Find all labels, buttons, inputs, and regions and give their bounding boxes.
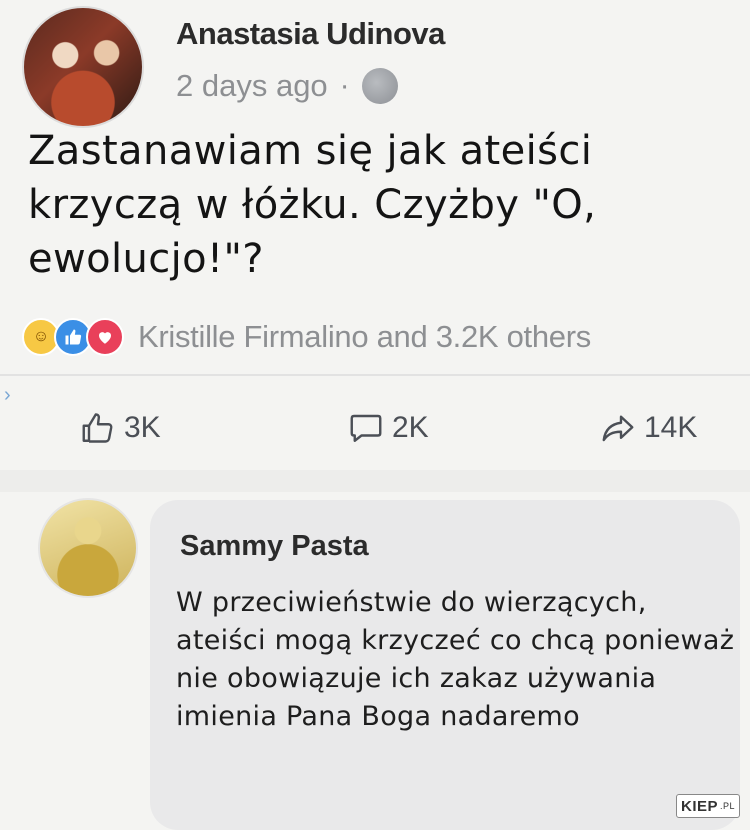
meta-separator: · — [339, 69, 350, 102]
comment-count: 2K — [392, 411, 429, 444]
commenter-name[interactable]: Sammy Pasta — [180, 530, 369, 563]
post-actions: 3K 2K 14K — [0, 400, 750, 460]
share-icon — [602, 415, 634, 442]
comment-text: W przeciwieństwie do wierzących, ateiści… — [176, 587, 735, 732]
post-author-name[interactable]: Anastasia Udinova — [176, 16, 445, 52]
post-meta: 2 days ago · — [176, 68, 398, 104]
like-button[interactable]: 3K — [80, 410, 161, 446]
watermark-brand: KIEP — [681, 797, 719, 815]
watermark-suffix: .PL — [720, 801, 736, 811]
author-avatar[interactable] — [22, 6, 144, 128]
love-reaction-icon — [86, 318, 124, 356]
post-header: Anastasia Udinova 2 days ago · — [20, 4, 740, 128]
section-separator — [0, 470, 750, 492]
share-button[interactable]: 14K — [600, 410, 697, 446]
share-count: 14K — [644, 411, 698, 444]
thumbs-up-icon — [82, 413, 113, 443]
comment-icon — [350, 414, 382, 442]
post-timestamp[interactable]: 2 days ago — [176, 68, 328, 104]
reaction-icons: ☺ — [22, 318, 124, 356]
comment-button[interactable]: 2K — [348, 410, 429, 446]
reaction-summary[interactable]: Kristille Firmalino and 3.2K others — [138, 319, 591, 355]
post-text: Zastanawiam się jak ateiści krzyczą w łó… — [28, 128, 597, 282]
like-count: 3K — [124, 411, 161, 444]
commenter-avatar[interactable] — [38, 498, 138, 598]
globe-icon — [361, 68, 398, 104]
reactions-row[interactable]: ☺ Kristille Firmalino and 3.2K others — [22, 312, 746, 362]
divider — [0, 374, 750, 376]
comment-bubble: Sammy Pasta W przeciwieństwie do wierząc… — [150, 500, 740, 830]
site-watermark: KIEP .PL — [676, 794, 741, 818]
